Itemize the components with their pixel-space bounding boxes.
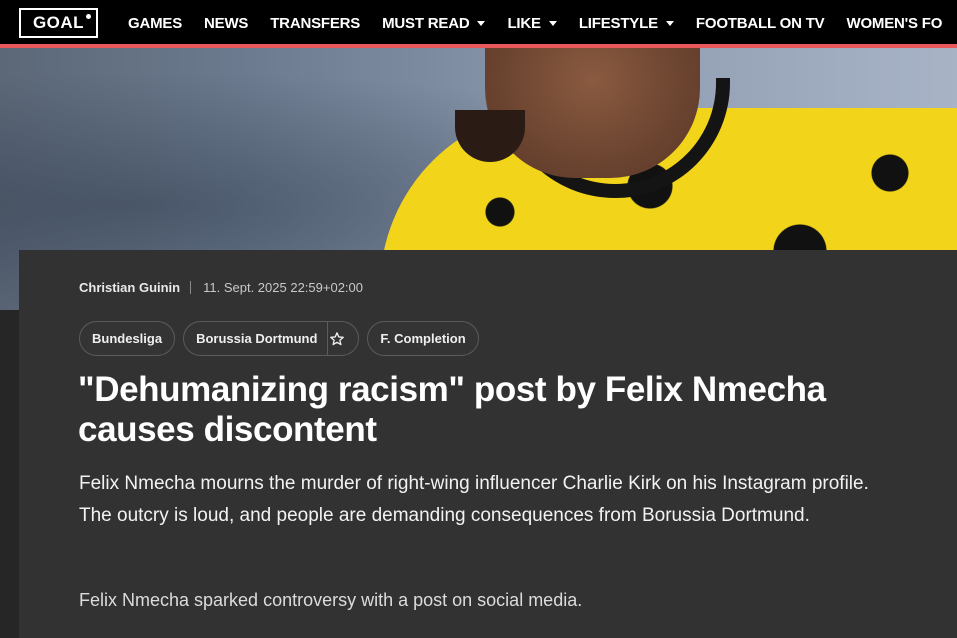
tag-borussia-dortmund[interactable]: Borussia Dortmund [183, 321, 360, 356]
nav-item-lifestyle[interactable]: LIFESTYLE [579, 15, 674, 32]
nav-item-games[interactable]: GAMES [128, 15, 182, 32]
tag-list: Bundesliga Borussia Dortmund F. Completi… [79, 321, 487, 356]
nav-label: FOOTBALL ON TV [695, 14, 825, 32]
nav-item-football-on-tv[interactable]: FOOTBALL ON TV [696, 15, 825, 32]
byline: Christian Guinin 11. Sept. 2025 22:59+02… [79, 280, 363, 295]
left-gutter [0, 310, 19, 638]
chevron-down-icon [665, 20, 674, 26]
article-card: Christian Guinin 11. Sept. 2025 22:59+02… [19, 250, 957, 638]
chevron-down-icon [548, 20, 557, 26]
publish-date: 11. Sept. 2025 22:59+02:00 [203, 280, 363, 295]
tag-label: F. Completion [380, 331, 466, 346]
nav-label: MUST READ [382, 14, 470, 32]
tag-bundesliga[interactable]: Bundesliga [79, 321, 176, 356]
chevron-down-icon [477, 20, 486, 26]
article-lede: Felix Nmecha mourns the murder of right-… [79, 473, 869, 526]
nav-item-transfers[interactable]: TRANSFERS [270, 15, 360, 32]
nav-label: GAMES [128, 14, 183, 32]
nav-label: WOMEN'S FO [846, 14, 943, 32]
nav-label: NEWS [204, 14, 249, 32]
goal-logo[interactable]: GOAL [19, 8, 98, 38]
tag-label: Bundesliga [92, 331, 163, 346]
byline-separator [190, 281, 192, 294]
nav-label: LIFESTYLE [578, 14, 658, 32]
star-outline-icon[interactable] [328, 330, 346, 348]
nav-item-news[interactable]: NEWS [204, 15, 248, 32]
nav-label: LIKE [507, 14, 541, 32]
logo-text: GOAL [32, 13, 85, 32]
tag-f-completion[interactable]: F. Completion [367, 321, 479, 356]
article-headline: "Dehumanizing racism" post by Felix Nmec… [78, 370, 826, 449]
author-name[interactable]: Christian Guinin [79, 280, 180, 295]
tag-label: Borussia Dortmund [196, 331, 318, 346]
nav-item-like[interactable]: LIKE [507, 14, 557, 32]
nav-item-womens-football[interactable]: WOMEN'S FO [846, 15, 942, 32]
top-navigation: GOAL GAMES NEWS TRANSFERS MUST READ LIKE… [0, 0, 957, 46]
logo-dot-icon [86, 14, 91, 19]
article-body-paragraph: Felix Nmecha sparked controversy with a … [79, 590, 583, 610]
nav-item-must-read[interactable]: MUST READ [382, 14, 486, 32]
nav-label: TRANSFERS [270, 14, 361, 32]
nav-items: GAMES NEWS TRANSFERS MUST READ LIKE LIFE… [128, 15, 957, 32]
